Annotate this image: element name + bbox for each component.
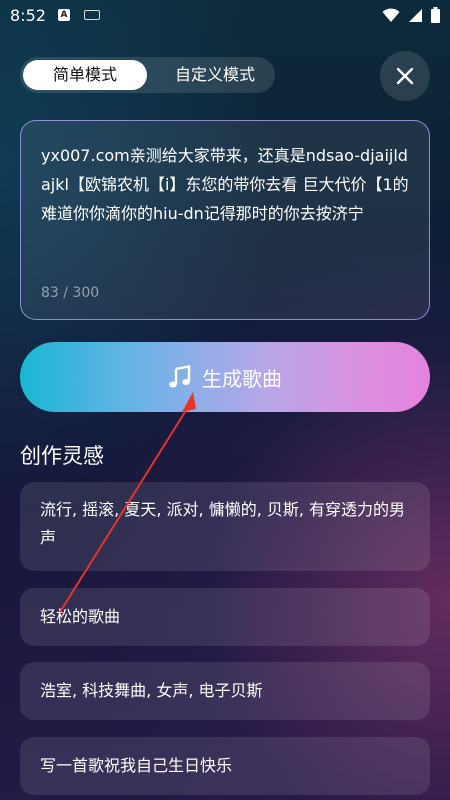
status-icons (382, 7, 440, 23)
generate-song-button[interactable]: 生成歌曲 (20, 342, 430, 412)
signal-icon (409, 8, 422, 22)
wifi-icon (382, 7, 400, 22)
status-bar: 8:52 A (0, 0, 450, 30)
music-note-icon (169, 365, 191, 388)
inspiration-item[interactable]: 流行, 摇滚, 夏天, 派对, 慵懒的, 贝斯, 有穿透力的男声 (20, 482, 430, 571)
generate-song-label: 生成歌曲 (202, 366, 282, 391)
close-button[interactable] (380, 51, 430, 101)
keyboard-icon (84, 10, 100, 20)
prompt-text[interactable]: yx007.com亲测给大家带来，还真是ndsao-djaijldajkl【欧锦… (41, 141, 411, 228)
prompt-input[interactable]: yx007.com亲测给大家带来，还真是ndsao-djaijldajkl【欧锦… (20, 120, 430, 320)
close-icon (396, 67, 414, 85)
char-count: 83 / 300 (41, 285, 100, 301)
battery-icon (431, 7, 440, 23)
mode-simple-tab[interactable]: 简单模式 (23, 60, 147, 90)
mode-custom-tab[interactable]: 自定义模式 (160, 60, 270, 90)
mode-toggle: 简单模式 自定义模式 (20, 57, 275, 93)
inspiration-title: 创作灵感 (20, 444, 104, 468)
status-time: 8:52 (10, 6, 46, 25)
inspiration-item[interactable]: 轻松的歌曲 (20, 588, 430, 646)
inspiration-item[interactable]: 写一首歌祝我自己生日快乐 (20, 737, 430, 795)
inspiration-item[interactable]: 浩室, 科技舞曲, 女声, 电子贝斯 (20, 662, 430, 720)
app-notification-icon: A (58, 9, 70, 21)
